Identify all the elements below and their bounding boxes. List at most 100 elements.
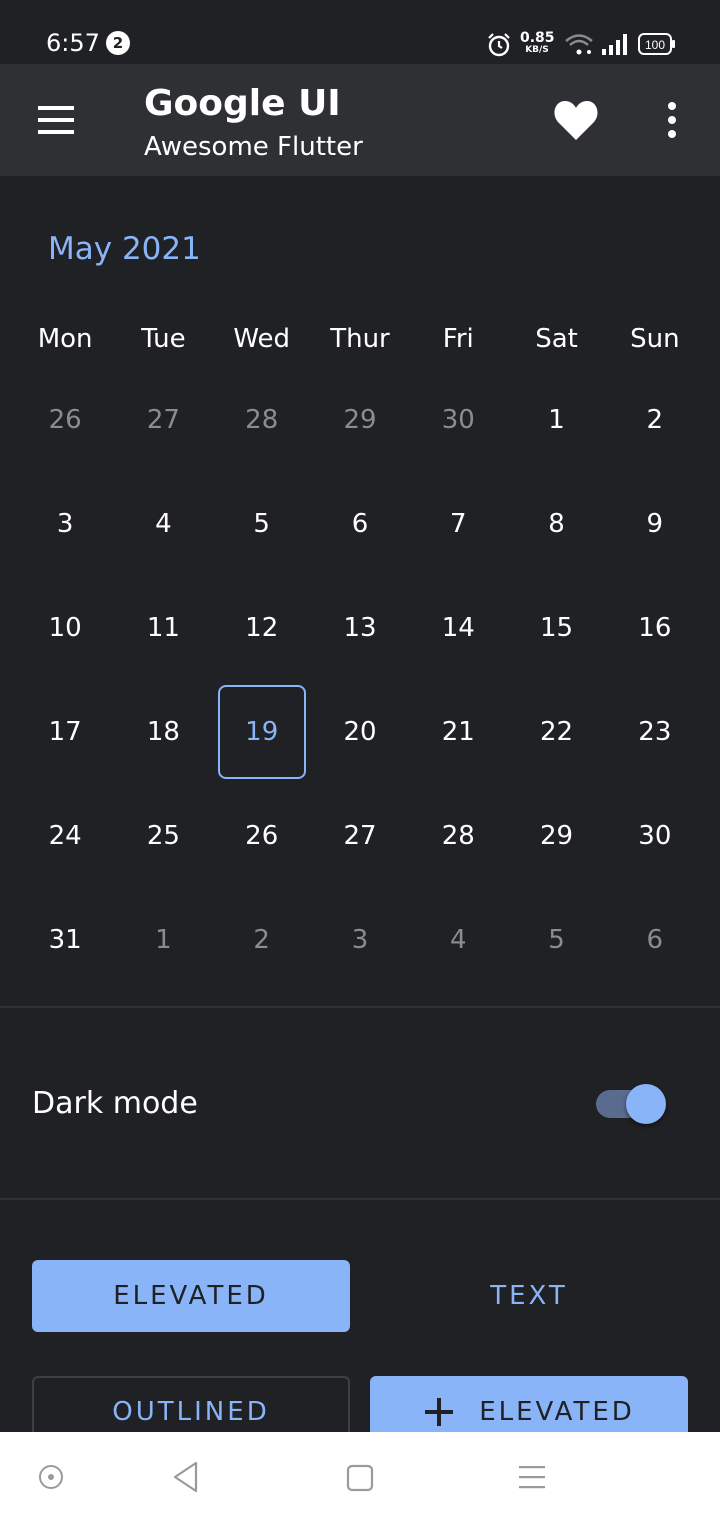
calendar-day[interactable]: 5 — [507, 888, 605, 992]
calendar-day-number: 23 — [638, 717, 672, 747]
calendar-day[interactable]: 1 — [507, 368, 605, 472]
calendar-day[interactable]: 5 — [213, 472, 311, 576]
calendar-day-number: 1 — [155, 925, 172, 955]
calendar-day-number: 4 — [155, 509, 172, 539]
calendar-day[interactable]: 27 — [311, 784, 409, 888]
calendar-day-number: 26 — [48, 405, 82, 435]
calendar-day-number: 13 — [343, 613, 377, 643]
calendar-day-number: 6 — [351, 509, 369, 539]
add-icon — [425, 1398, 454, 1426]
calendar-day-number: 9 — [646, 509, 664, 539]
calendar-day[interactable]: 27 — [114, 368, 212, 472]
calendar-day[interactable]: 18 — [114, 680, 212, 784]
calendar-day[interactable]: 17 — [16, 680, 114, 784]
calendar-day[interactable]: 31 — [16, 888, 114, 992]
weekday-label: Tue — [141, 324, 186, 354]
calendar-day[interactable]: 1 — [114, 888, 212, 992]
recents-icon[interactable] — [516, 1464, 548, 1492]
calendar-week-row: 24 25 26 27 28 29 30 — [16, 784, 704, 888]
weekday-label: Thur — [330, 324, 390, 354]
calendar-day-number: 2 — [646, 405, 664, 435]
app-bar: Google UI Awesome Flutter — [0, 64, 720, 176]
more-vert-icon[interactable] — [656, 100, 688, 140]
calendar-grid: Mon Tue Wed Thur Fri Sat Sun 26 27 28 29 30 1 2 3 4 5 6 7… — [16, 310, 704, 992]
text-button[interactable]: TEXT — [370, 1260, 688, 1332]
calendar-day[interactable]: 25 — [114, 784, 212, 888]
calendar-day[interactable]: 12 — [213, 576, 311, 680]
net-speed: 0.85 KB/S — [520, 31, 555, 55]
calendar-day-number: 21 — [441, 717, 475, 747]
weekday-label: Mon — [37, 324, 93, 354]
calendar-week-row: 31 1 2 3 4 5 6 — [16, 888, 704, 992]
calendar-day[interactable]: 10 — [16, 576, 114, 680]
assistant-icon[interactable] — [36, 1462, 66, 1492]
calendar-day-number: 22 — [540, 717, 574, 747]
calendar-day-number: 20 — [343, 717, 377, 747]
calendar-day[interactable]: 28 — [213, 368, 311, 472]
svg-text:100: 100 — [645, 38, 665, 52]
calendar-day[interactable]: 15 — [507, 576, 605, 680]
calendar-day[interactable]: 11 — [114, 576, 212, 680]
calendar-day[interactable]: 14 — [409, 576, 507, 680]
calendar-day[interactable]: 6 — [311, 472, 409, 576]
calendar-day[interactable]: 9 — [606, 472, 704, 576]
calendar-day[interactable]: 8 — [507, 472, 605, 576]
calendar-day[interactable]: 20 — [311, 680, 409, 784]
status-bar: 6:57 2 0.85 KB/S 100 — [0, 0, 720, 64]
calendar-day-number: 25 — [146, 821, 180, 851]
text-button-label: TEXT — [490, 1281, 568, 1311]
battery-icon: 100 — [638, 33, 675, 55]
calendar-day-number: 4 — [449, 925, 467, 955]
calendar-day[interactable]: 23 — [606, 680, 704, 784]
calendar-day[interactable]: 16 — [606, 576, 704, 680]
heart-icon[interactable] — [552, 98, 600, 142]
elevated-button[interactable]: ELEVATED — [32, 1260, 350, 1332]
calendar-day-number: 12 — [245, 613, 279, 643]
calendar-day-number: 6 — [646, 925, 664, 955]
calendar-day[interactable]: 21 — [409, 680, 507, 784]
toggle-thumb — [626, 1084, 666, 1124]
wifi-icon — [565, 34, 593, 55]
net-speed-unit: KB/S — [525, 45, 549, 55]
calendar-day-number: 1 — [548, 405, 565, 435]
dark-mode-toggle[interactable] — [596, 1084, 668, 1124]
dark-mode-label: Dark mode — [32, 1086, 198, 1121]
status-time: 6:57 — [46, 29, 100, 57]
calendar-day[interactable]: 24 — [16, 784, 114, 888]
menu-icon[interactable] — [30, 100, 82, 140]
calendar-day[interactable]: 3 — [16, 472, 114, 576]
calendar-day[interactable]: 26 — [213, 784, 311, 888]
calendar-day[interactable]: 29 — [507, 784, 605, 888]
calendar-day[interactable]: 4 — [409, 888, 507, 992]
calendar-day-number: 31 — [48, 925, 82, 955]
calendar-day-number: 5 — [253, 509, 270, 539]
calendar-day[interactable]: 6 — [606, 888, 704, 992]
calendar-day[interactable]: 4 — [114, 472, 212, 576]
calendar-day[interactable]: 13 — [311, 576, 409, 680]
calendar-day[interactable]: 3 — [311, 888, 409, 992]
calendar-week-row: 3 4 5 6 7 8 9 — [16, 472, 704, 576]
calendar-day[interactable]: 30 — [606, 784, 704, 888]
calendar-day-selected[interactable]: 19 — [213, 680, 311, 784]
calendar-day-number: 29 — [343, 405, 377, 435]
home-icon[interactable] — [344, 1462, 376, 1494]
app-title: Google UI — [144, 83, 341, 124]
divider — [0, 1198, 720, 1200]
calendar-day[interactable]: 29 — [311, 368, 409, 472]
calendar-day-number: 16 — [638, 613, 672, 643]
calendar-day[interactable]: 7 — [409, 472, 507, 576]
back-icon[interactable] — [170, 1460, 202, 1494]
calendar-day[interactable]: 22 — [507, 680, 605, 784]
calendar-day[interactable]: 2 — [606, 368, 704, 472]
calendar-day-number: 17 — [48, 717, 82, 747]
calendar-day-number: 18 — [146, 717, 180, 747]
calendar-day-number: 30 — [638, 821, 672, 851]
weekday-label: Wed — [233, 324, 291, 354]
divider — [0, 1006, 720, 1008]
calendar-day[interactable]: 30 — [409, 368, 507, 472]
signal-icon — [602, 34, 627, 55]
calendar-day[interactable]: 26 — [16, 368, 114, 472]
calendar-day[interactable]: 2 — [213, 888, 311, 992]
calendar-day-number: 10 — [48, 613, 82, 643]
calendar-day[interactable]: 28 — [409, 784, 507, 888]
